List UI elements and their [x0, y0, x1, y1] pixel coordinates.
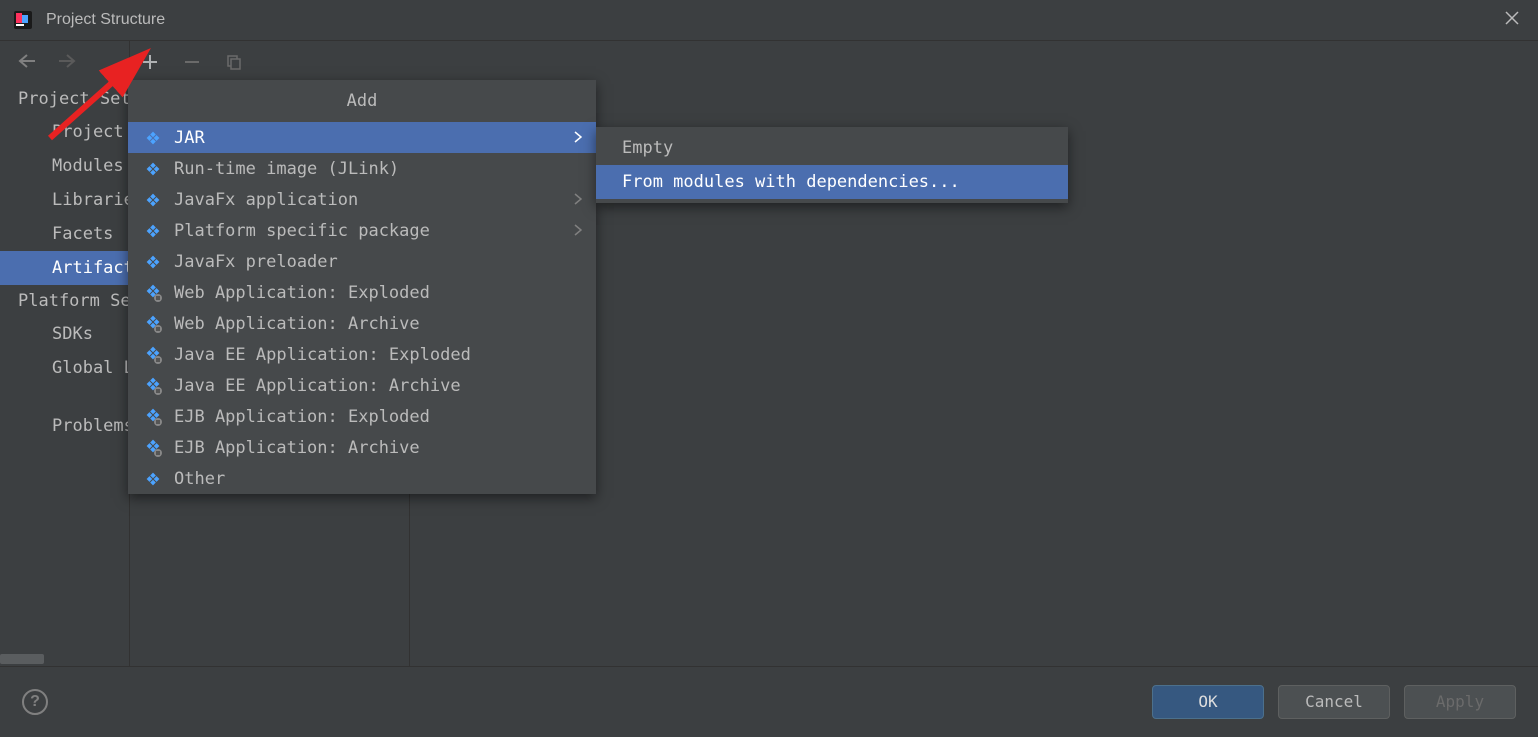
- app-icon: [12, 9, 34, 31]
- popup-item-jar[interactable]: JAR: [128, 122, 596, 153]
- popup-item-java-ee-application-archive[interactable]: Java EE Application: Archive: [128, 370, 596, 401]
- sidebar-item-problems[interactable]: Problems: [0, 409, 129, 443]
- sidebar-scrollbar[interactable]: [0, 652, 129, 666]
- copy-icon[interactable]: [224, 52, 244, 72]
- artifact-toolbar: [130, 41, 1538, 83]
- artifact-type-icon: [142, 344, 164, 366]
- popup-item-java-ee-application-exploded[interactable]: Java EE Application: Exploded: [128, 339, 596, 370]
- artifact-type-icon: [142, 251, 164, 273]
- artifact-type-icon: [142, 220, 164, 242]
- sidebar: Project Settings Project Modules Librari…: [0, 41, 130, 666]
- popup-item-label: Web Application: Exploded: [174, 283, 430, 303]
- help-icon[interactable]: ?: [22, 689, 48, 715]
- sidebar-item-modules[interactable]: Modules: [0, 149, 129, 183]
- sidebar-section-platform-settings: Platform Settings: [0, 285, 129, 317]
- popup-item-label: Java EE Application: Exploded: [174, 345, 471, 365]
- window-title: Project Structure: [46, 11, 165, 29]
- artifact-type-icon: [142, 127, 164, 149]
- popup-title: Add: [128, 80, 596, 122]
- sidebar-item-sdks[interactable]: SDKs: [0, 317, 129, 351]
- artifact-type-icon: [142, 158, 164, 180]
- ok-button[interactable]: OK: [1152, 685, 1264, 719]
- popup-item-ejb-application-exploded[interactable]: EJB Application: Exploded: [128, 401, 596, 432]
- popup-item-label: EJB Application: Archive: [174, 438, 420, 458]
- sidebar-scrollbar-thumb[interactable]: [0, 654, 44, 664]
- popup-item-label: Platform specific package: [174, 221, 430, 241]
- artifact-type-icon: [142, 437, 164, 459]
- artifact-type-icon: [142, 375, 164, 397]
- chevron-right-icon: [574, 221, 582, 241]
- popup-item-label: JavaFx preloader: [174, 252, 338, 272]
- sidebar-item-facets[interactable]: Facets: [0, 217, 129, 251]
- footer: ? OK Cancel Apply: [0, 666, 1538, 736]
- artifact-type-icon: [142, 313, 164, 335]
- artifact-type-icon: [142, 282, 164, 304]
- add-icon[interactable]: [140, 52, 160, 72]
- apply-button[interactable]: Apply: [1404, 685, 1516, 719]
- popup-item-label: Web Application: Archive: [174, 314, 420, 334]
- remove-icon[interactable]: [182, 52, 202, 72]
- popup-item-platform-specific-package[interactable]: Platform specific package: [128, 215, 596, 246]
- popup-item-label: Run-time image (JLink): [174, 159, 399, 179]
- artifact-type-icon: [142, 468, 164, 490]
- back-icon[interactable]: [18, 51, 36, 74]
- sidebar-item-global-libraries[interactable]: Global Libraries: [0, 351, 129, 385]
- popup-item-label: Other: [174, 469, 225, 489]
- popup-item-run-time-image-jlink-[interactable]: Run-time image (JLink): [128, 153, 596, 184]
- chevron-right-icon: [574, 190, 582, 210]
- titlebar: Project Structure: [0, 0, 1538, 40]
- popup-item-web-application-archive[interactable]: Web Application: Archive: [128, 308, 596, 339]
- submenu-item-from-modules-with-dependencies-[interactable]: From modules with dependencies...: [596, 165, 1068, 199]
- popup-item-other[interactable]: Other: [128, 463, 596, 494]
- artifact-type-icon: [142, 189, 164, 211]
- sidebar-item-libraries[interactable]: Libraries: [0, 183, 129, 217]
- popup-item-javafx-application[interactable]: JavaFx application: [128, 184, 596, 215]
- popup-item-web-application-exploded[interactable]: Web Application: Exploded: [128, 277, 596, 308]
- popup-item-label: Java EE Application: Archive: [174, 376, 461, 396]
- close-icon[interactable]: [1504, 10, 1520, 26]
- submenu-item-label: From modules with dependencies...: [622, 172, 960, 192]
- popup-item-label: JavaFx application: [174, 190, 358, 210]
- nav-history: [0, 41, 129, 83]
- sidebar-item-project[interactable]: Project: [0, 115, 129, 149]
- jar-submenu: Empty From modules with dependencies...: [596, 127, 1068, 203]
- cancel-button[interactable]: Cancel: [1278, 685, 1390, 719]
- popup-item-label: EJB Application: Exploded: [174, 407, 430, 427]
- add-artifact-popup: Add JAR Run-time image (JLink) JavaFx appl…: [128, 80, 596, 494]
- popup-item-javafx-preloader[interactable]: JavaFx preloader: [128, 246, 596, 277]
- forward-icon[interactable]: [58, 51, 76, 74]
- popup-item-ejb-application-archive[interactable]: EJB Application: Archive: [128, 432, 596, 463]
- artifact-type-icon: [142, 406, 164, 428]
- submenu-item-empty[interactable]: Empty: [596, 131, 1068, 165]
- popup-item-label: JAR: [174, 128, 205, 148]
- sidebar-item-artifacts[interactable]: Artifacts: [0, 251, 129, 285]
- submenu-item-label: Empty: [622, 138, 673, 158]
- chevron-right-icon: [574, 128, 582, 148]
- sidebar-section-project-settings: Project Settings: [0, 83, 129, 115]
